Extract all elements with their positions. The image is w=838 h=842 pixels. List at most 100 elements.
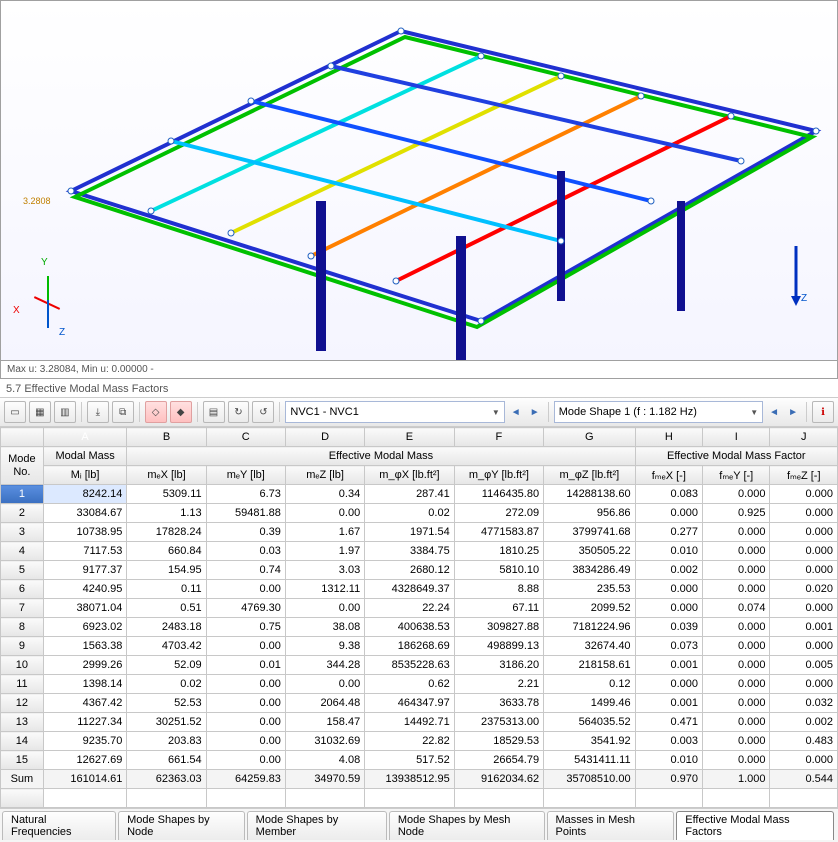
toolbar-btn-filter[interactable]: ▤ [203,401,225,423]
cell[interactable]: 0.00 [285,675,364,694]
cell[interactable]: 0.483 [770,732,838,751]
cell[interactable]: 0.000 [703,732,770,751]
table-row[interactable]: 18242.145309.116.730.34287.411146435.801… [1,485,838,504]
cell[interactable]: 33084.67 [43,504,127,523]
table-row[interactable]: 59177.37154.950.743.032680.125810.103834… [1,561,838,580]
cell[interactable]: 1499.46 [544,694,635,713]
cell[interactable]: 3799741.68 [544,523,635,542]
cell[interactable]: 22.24 [365,599,455,618]
cell[interactable]: 660.84 [127,542,206,561]
tab-effective-modal-mass-factors[interactable]: Effective Modal Mass Factors [676,811,834,840]
toolbar-btn-3[interactable]: ▥ [54,401,76,423]
table-row[interactable]: 124367.4252.530.002064.48464347.973633.7… [1,694,838,713]
table-row[interactable]: 86923.022483.180.7538.08400638.53309827.… [1,618,838,637]
cell[interactable]: 1146435.80 [454,485,543,504]
cell[interactable]: 0.001 [635,656,702,675]
cell[interactable]: 956.86 [544,504,635,523]
loadcase-prev[interactable]: ◄ [508,402,524,422]
cell[interactable]: 0.471 [635,713,702,732]
cell[interactable]: 14492.71 [365,713,455,732]
cell[interactable]: 0.03 [206,542,285,561]
cell[interactable]: 2375313.00 [454,713,543,732]
cell[interactable]: 0.000 [770,523,838,542]
cell[interactable]: 0.000 [770,504,838,523]
table-row[interactable]: 149235.70203.830.0031032.6922.8218529.53… [1,732,838,751]
cell[interactable]: 14288138.60 [544,485,635,504]
table-row[interactable]: 738071.040.514769.300.0022.2467.112099.5… [1,599,838,618]
row-header[interactable]: 11 [1,675,44,694]
cell[interactable]: 3.03 [285,561,364,580]
cell[interactable]: 4769.30 [206,599,285,618]
cell[interactable]: 400638.53 [365,618,455,637]
modeshape-prev[interactable]: ◄ [766,402,782,422]
row-header[interactable]: 1 [1,485,44,504]
cell[interactable]: 3834286.49 [544,561,635,580]
cell[interactable]: 2.21 [454,675,543,694]
cell[interactable]: 5810.10 [454,561,543,580]
cell[interactable]: 0.000 [635,599,702,618]
cell[interactable]: 30251.52 [127,713,206,732]
cell[interactable]: 5309.11 [127,485,206,504]
row-header[interactable]: 14 [1,732,44,751]
cell[interactable]: 0.020 [770,580,838,599]
toolbar-btn-pick1[interactable]: ◇ [145,401,167,423]
toolbar-btn-graph[interactable]: ⧉ [112,401,134,423]
loadcase-next[interactable]: ► [527,402,543,422]
cell[interactable]: 11227.34 [43,713,127,732]
model-viewport[interactable]: 3.2808 X Y Z Z [0,0,838,361]
cell[interactable]: 2680.12 [365,561,455,580]
cell[interactable]: 0.000 [703,713,770,732]
cell[interactable]: 0.083 [635,485,702,504]
table-row[interactable]: 91563.384703.420.009.38186268.69498899.1… [1,637,838,656]
cell[interactable]: 3186.20 [454,656,543,675]
cell[interactable]: 0.12 [544,675,635,694]
cell[interactable]: 0.00 [206,637,285,656]
cell[interactable]: 1.67 [285,523,364,542]
row-header[interactable]: 15 [1,751,44,770]
cell[interactable]: 158.47 [285,713,364,732]
cell[interactable]: 8242.14 [43,485,127,504]
row-header[interactable]: 6 [1,580,44,599]
table-row[interactable]: 111398.140.020.000.000.622.210.120.0000.… [1,675,838,694]
cell[interactable]: 0.01 [206,656,285,675]
modeshape-combo[interactable]: Mode Shape 1 (f : 1.182 Hz) ▼ [554,401,763,423]
cell[interactable]: 0.62 [365,675,455,694]
cell[interactable]: 8535228.63 [365,656,455,675]
cell[interactable]: 2483.18 [127,618,206,637]
cell[interactable]: 0.02 [365,504,455,523]
cell[interactable]: 0.002 [770,713,838,732]
cell[interactable]: 464347.97 [365,694,455,713]
table-row[interactable]: 102999.2652.090.01344.288535228.633186.2… [1,656,838,675]
cell[interactable]: 0.00 [285,599,364,618]
cell[interactable]: 0.00 [206,713,285,732]
cell[interactable]: 287.41 [365,485,455,504]
cell[interactable]: 67.11 [454,599,543,618]
cell[interactable]: 3384.75 [365,542,455,561]
cell[interactable]: 1.97 [285,542,364,561]
col-header-G[interactable]: G [544,428,635,447]
table-row[interactable]: 1311227.3430251.520.00158.4714492.712375… [1,713,838,732]
cell[interactable]: 52.09 [127,656,206,675]
cell[interactable]: 564035.52 [544,713,635,732]
results-grid[interactable]: A B C D E F G H I J ModeNo. Modal Mass E… [0,427,838,808]
cell[interactable]: 235.53 [544,580,635,599]
cell[interactable]: 32674.40 [544,637,635,656]
col-header-E[interactable]: E [365,428,455,447]
cell[interactable]: 0.00 [206,694,285,713]
row-header[interactable]: 7 [1,599,44,618]
cell[interactable]: 59481.88 [206,504,285,523]
cell[interactable]: 0.000 [703,694,770,713]
cell[interactable]: 0.000 [770,561,838,580]
row-header[interactable]: 10 [1,656,44,675]
cell[interactable]: 3541.92 [544,732,635,751]
table-row[interactable]: 47117.53660.840.031.973384.751810.253505… [1,542,838,561]
cell[interactable]: 0.001 [635,694,702,713]
cell[interactable]: 0.000 [703,618,770,637]
cell[interactable]: 0.000 [770,675,838,694]
cell[interactable]: 309827.88 [454,618,543,637]
cell[interactable]: 0.000 [770,542,838,561]
col-header-J[interactable]: J [770,428,838,447]
cell[interactable]: 344.28 [285,656,364,675]
cell[interactable]: 0.000 [770,485,838,504]
row-header[interactable]: 9 [1,637,44,656]
